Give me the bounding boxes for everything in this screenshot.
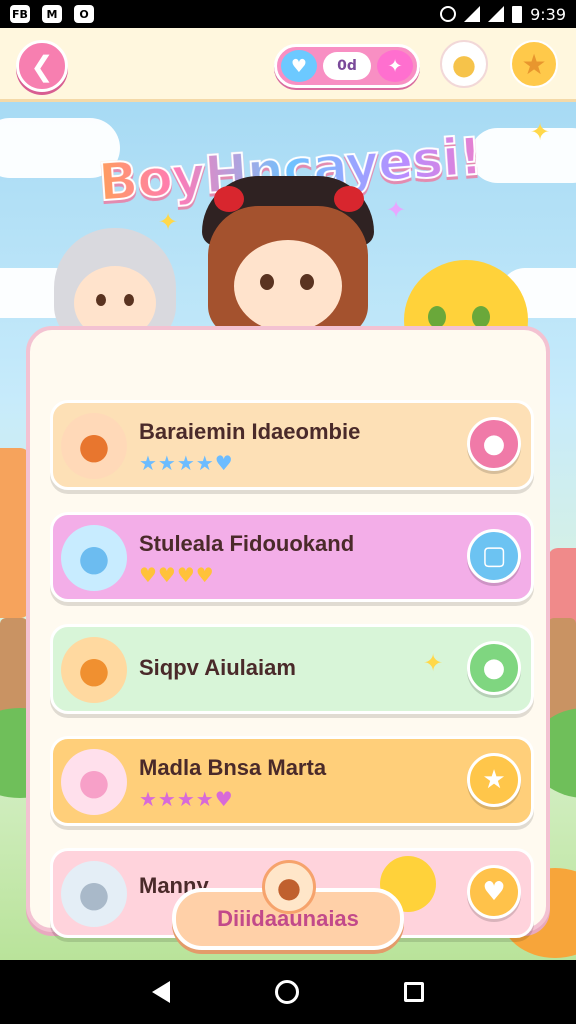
orange-hair-girl-icon: ● <box>61 413 127 479</box>
orange-lion-icon: ● <box>61 637 127 703</box>
back-button[interactable]: ❮ <box>16 40 68 92</box>
status-app-icon: FB <box>10 5 30 23</box>
blue-cat-icon: ● <box>61 525 127 591</box>
chick-mascot-icon: ● <box>451 47 477 81</box>
nav-home-button[interactable] <box>274 980 299 1004</box>
arrow-left-icon: ❮ <box>30 49 54 83</box>
heart-bubble-button[interactable]: ♥ <box>467 865 521 919</box>
battery-icon <box>512 5 523 23</box>
girl-avatar-icon: ● <box>262 860 316 914</box>
pink-balloon-button[interactable]: ● <box>467 417 521 471</box>
sparkle-icon: ✦ <box>530 118 551 146</box>
pink-gem-icon: ✦ <box>377 50 413 82</box>
currency-value: 0d <box>323 52 371 80</box>
grey-cat-icon: ● <box>61 861 127 927</box>
star-badge-icon: ★ <box>482 765 506 795</box>
item-rating: ★★★★♥ <box>139 451 234 475</box>
heart-icon: ♥ <box>281 50 317 82</box>
list-item[interactable]: ● Stuleala Fidouokand ♥♥♥♥ ▢ <box>50 512 534 602</box>
status-bar: FB M O 9:39 <box>0 0 576 28</box>
pink-balloon-icon: ● <box>482 429 506 459</box>
chick-mascot-button[interactable]: ● <box>440 40 488 88</box>
nav-recents-button[interactable] <box>403 982 424 1002</box>
sparkle-icon: ✦ <box>423 649 444 677</box>
game-screen: ❮ ♥ 0d ✦ ● ★ BoyHncayesi! ✦ ✦ ✦ ✦ <box>0 28 576 960</box>
item-name: Baraiemin Idaeombie <box>139 419 361 444</box>
sparkle-icon: ✦ <box>386 196 407 224</box>
item-rating: ★★★★♥ <box>139 787 234 811</box>
list-item[interactable]: ● Baraiemin Idaeombie ★★★★♥ ● <box>50 400 534 490</box>
status-app-icons: FB M O <box>10 5 94 23</box>
green-balloon-button[interactable]: ● <box>467 641 521 695</box>
list-item[interactable]: ● Madla Bnsa Marta ★★★★♥ ★ <box>50 736 534 826</box>
status-app-icon: M <box>42 5 62 23</box>
reward-button[interactable]: ★ <box>510 40 558 88</box>
item-name: Stuleala Fidouokand <box>139 531 355 556</box>
star-badge-button[interactable]: ★ <box>467 753 521 807</box>
item-name: Siqpv Aiulaiam <box>139 655 296 680</box>
list-item[interactable]: ● Siqpv Aiulaiam ✦ ● <box>50 624 534 714</box>
golden-bear-icon: ★ <box>521 47 547 81</box>
nav-back-button[interactable] <box>152 981 171 1003</box>
currency-display[interactable]: ♥ 0d ✦ <box>274 44 420 88</box>
item-name: Madla Bnsa Marta <box>139 755 327 780</box>
signal-icon <box>464 6 481 22</box>
chat-bubble-icon: ▢ <box>481 541 507 571</box>
status-time: 9:39 <box>530 4 566 24</box>
alarm-icon <box>440 6 457 22</box>
top-bar: ❮ ♥ 0d ✦ ● ★ <box>0 28 576 102</box>
status-app-icon: O <box>74 5 94 23</box>
wifi-icon <box>488 6 505 22</box>
navigation-bar <box>0 960 576 1024</box>
green-balloon-icon: ● <box>482 653 506 683</box>
heart-bubble-icon: ♥ <box>482 877 506 907</box>
pink-cat-icon: ● <box>61 749 127 815</box>
chat-bubble-button[interactable]: ▢ <box>467 529 521 583</box>
character-list-panel: ● Baraiemin Idaeombie ★★★★♥ ● ● Stuleala… <box>26 326 550 938</box>
item-rating: ♥♥♥♥ <box>139 563 215 587</box>
